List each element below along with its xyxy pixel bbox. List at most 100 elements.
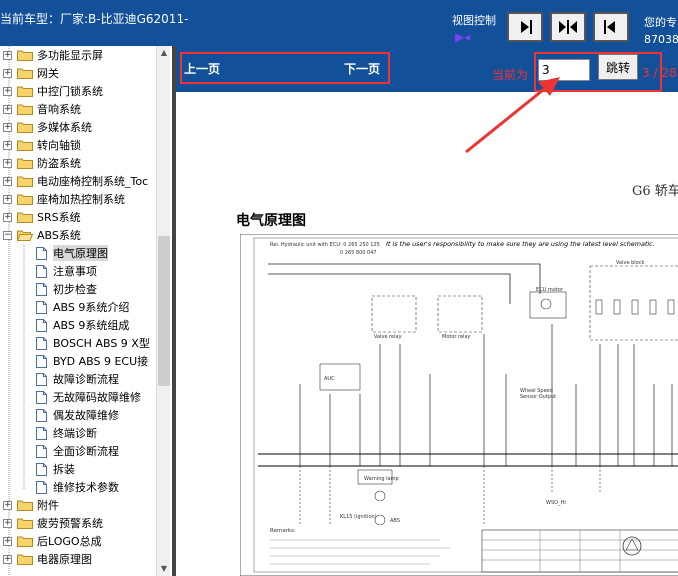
- tree-item-label: 附件: [37, 499, 59, 512]
- document-icon: [36, 480, 47, 494]
- folder-icon: [17, 176, 33, 187]
- scrollbar-thumb[interactable]: [158, 236, 170, 386]
- tree-doc-item[interactable]: 维修技术参数: [0, 478, 156, 496]
- sensor-output-label: Sensor Output: [520, 394, 556, 400]
- expand-icon[interactable]: +: [3, 176, 12, 186]
- document-icon: [36, 318, 47, 332]
- next-page-link[interactable]: 下一页: [344, 60, 380, 77]
- tree-item-label: BYD ABS 9 ECU接: [53, 355, 149, 368]
- collapse-icon[interactable]: −: [3, 230, 12, 240]
- expand-icon[interactable]: +: [3, 68, 12, 78]
- tree-folder-item[interactable]: + 疲劳预警系统: [0, 514, 156, 532]
- sidebar-scrollbar[interactable]: ▲ ▼: [156, 46, 170, 576]
- page-nav-bar: 上一页 下一页 当前为 跳转 3 / 28: [176, 46, 678, 92]
- jump-button[interactable]: 跳转: [598, 54, 638, 80]
- tree-doc-item[interactable]: 初步检查: [0, 280, 156, 298]
- expand-icon[interactable]: +: [3, 158, 12, 168]
- tree-folder-item[interactable]: + 座椅加热控制系统: [0, 190, 156, 208]
- tree-doc-item[interactable]: 拆装: [0, 460, 156, 478]
- folder-icon: [17, 158, 33, 169]
- abs-lamp-label: ABS: [390, 518, 400, 524]
- tree-doc-item[interactable]: ABS 9系统组成: [0, 316, 156, 334]
- scroll-down-icon[interactable]: ▼: [157, 562, 170, 576]
- tree-item-label: 注意事项: [53, 265, 97, 278]
- view-control-label: 视图控制: [452, 14, 496, 27]
- view-prev-page-button[interactable]: [593, 12, 629, 42]
- tree-item-label: 防盗系统: [37, 157, 81, 170]
- tree-folder-item[interactable]: + 电器原理图: [0, 550, 156, 568]
- tree-item-label: ABS系统: [37, 229, 81, 242]
- tree-doc-item[interactable]: 全面诊断流程: [0, 442, 156, 460]
- tree-item-label: SRS系统: [37, 211, 81, 224]
- wso-label: WSO_HI: [546, 500, 566, 506]
- ignition-label: KL15 (ignition): [340, 514, 377, 520]
- schematic-note: It is the user's responsibility to make …: [386, 240, 655, 248]
- document-icon: [36, 300, 47, 314]
- expand-icon[interactable]: +: [3, 554, 12, 564]
- tree-doc-item[interactable]: 注意事项: [0, 262, 156, 280]
- folder-icon: [17, 50, 33, 61]
- document-icon: [36, 354, 47, 368]
- tree-item-label: 音响系统: [37, 103, 81, 116]
- tree-item-label: 中控门锁系统: [37, 85, 103, 98]
- tree-folder-item[interactable]: + 网关: [0, 64, 156, 82]
- tree-item-label: ABS 9系统介绍: [53, 301, 130, 314]
- expand-icon[interactable]: +: [3, 518, 12, 528]
- document-heading: 电气原理图: [236, 213, 306, 229]
- expand-icon[interactable]: +: [3, 140, 12, 150]
- tree-doc-item[interactable]: 无故障码故障维修: [0, 388, 156, 406]
- page-number-input[interactable]: [538, 59, 590, 81]
- expand-icon[interactable]: +: [3, 122, 12, 132]
- tree-folder-item[interactable]: + 音响系统: [0, 100, 156, 118]
- document-icon: [36, 336, 47, 350]
- expand-icon[interactable]: +: [3, 86, 12, 96]
- tree-doc-item[interactable]: 故障诊断流程: [0, 370, 156, 388]
- view-next-page-button[interactable]: [507, 12, 543, 42]
- document-icon: [36, 408, 47, 422]
- prev-page-link[interactable]: 上一页: [184, 60, 220, 77]
- folder-icon: [17, 122, 33, 133]
- valve-relay-label: Valve relay: [374, 334, 402, 340]
- tree-item-label: 疲劳预警系统: [37, 517, 103, 530]
- user-info-line1: 您的专: [644, 16, 677, 29]
- tree-folder-item[interactable]: + 防盗系统: [0, 154, 156, 172]
- tree-item-label: 全面诊断流程: [53, 445, 119, 458]
- tree-item-label: 初步检查: [53, 283, 97, 296]
- tree-folder-item[interactable]: + 电动座椅控制系统_Toc: [0, 172, 156, 190]
- document-icon: [36, 246, 47, 260]
- current-page-label: 当前为: [492, 68, 529, 82]
- abs-schematic-diagram: Rel. Hydraulic unit with ECU: 0 265 250 …: [240, 234, 678, 576]
- expand-icon[interactable]: +: [3, 104, 12, 114]
- tree-doc-item[interactable]: 偶发故障维修: [0, 406, 156, 424]
- sidebar-tree: + 多功能显示屏 + 网关 + 中控门锁系统 + 音响系统 + 多媒体系统 + 转向轴锁 + 防盗系统 + 电…: [0, 46, 170, 576]
- page-count: 3 / 28: [642, 66, 677, 80]
- tree-doc-item[interactable]: BYD ABS 9 ECU接: [0, 352, 156, 370]
- expand-icon[interactable]: +: [3, 194, 12, 204]
- tree-item-label: 维修技术参数: [53, 481, 119, 494]
- tree-doc-item[interactable]: BOSCH ABS 9 X型: [0, 334, 156, 352]
- tree-folder-item[interactable]: + SRS系统: [0, 208, 156, 226]
- tree-doc-item[interactable]: 终端诊断: [0, 424, 156, 442]
- view-fit-button[interactable]: [550, 12, 586, 42]
- tree-folder-item[interactable]: + 转向轴锁: [0, 136, 156, 154]
- tree-item-label: 转向轴锁: [37, 139, 81, 152]
- tree-folder-item[interactable]: + 中控门锁系统: [0, 82, 156, 100]
- expand-icon[interactable]: +: [3, 500, 12, 510]
- tree-folder-item[interactable]: + 附件: [0, 496, 156, 514]
- tree-folder-item[interactable]: + 多媒体系统: [0, 118, 156, 136]
- content-panel: 上一页 下一页 当前为 跳转 3 / 28 G6 轿车 电气原理图 Rel. H…: [172, 46, 678, 576]
- scroll-up-icon[interactable]: ▲: [157, 46, 170, 60]
- document-icon: [36, 462, 47, 476]
- expand-icon[interactable]: +: [3, 212, 12, 222]
- expand-icon[interactable]: +: [3, 536, 12, 546]
- expand-icon[interactable]: +: [3, 50, 12, 60]
- tree-folder-item[interactable]: + 多功能显示屏: [0, 46, 156, 64]
- tree-item-label: 电动座椅控制系统_Toc: [37, 175, 149, 188]
- tree-doc-item[interactable]: ABS 9系统介绍: [0, 298, 156, 316]
- document-icon: [36, 444, 47, 458]
- tree-folder-item[interactable]: − ABS系统: [0, 226, 156, 244]
- tree-doc-item[interactable]: 电气原理图: [0, 244, 156, 262]
- tree-item-label: 无故障码故障维修: [53, 391, 141, 404]
- tree-folder-item[interactable]: + 后LOGO总成: [0, 532, 156, 550]
- top-header-bar: 当前车型：厂家:B-比亚迪G62011- 视图控制 ▶◂ 您的专 87038: [0, 0, 678, 46]
